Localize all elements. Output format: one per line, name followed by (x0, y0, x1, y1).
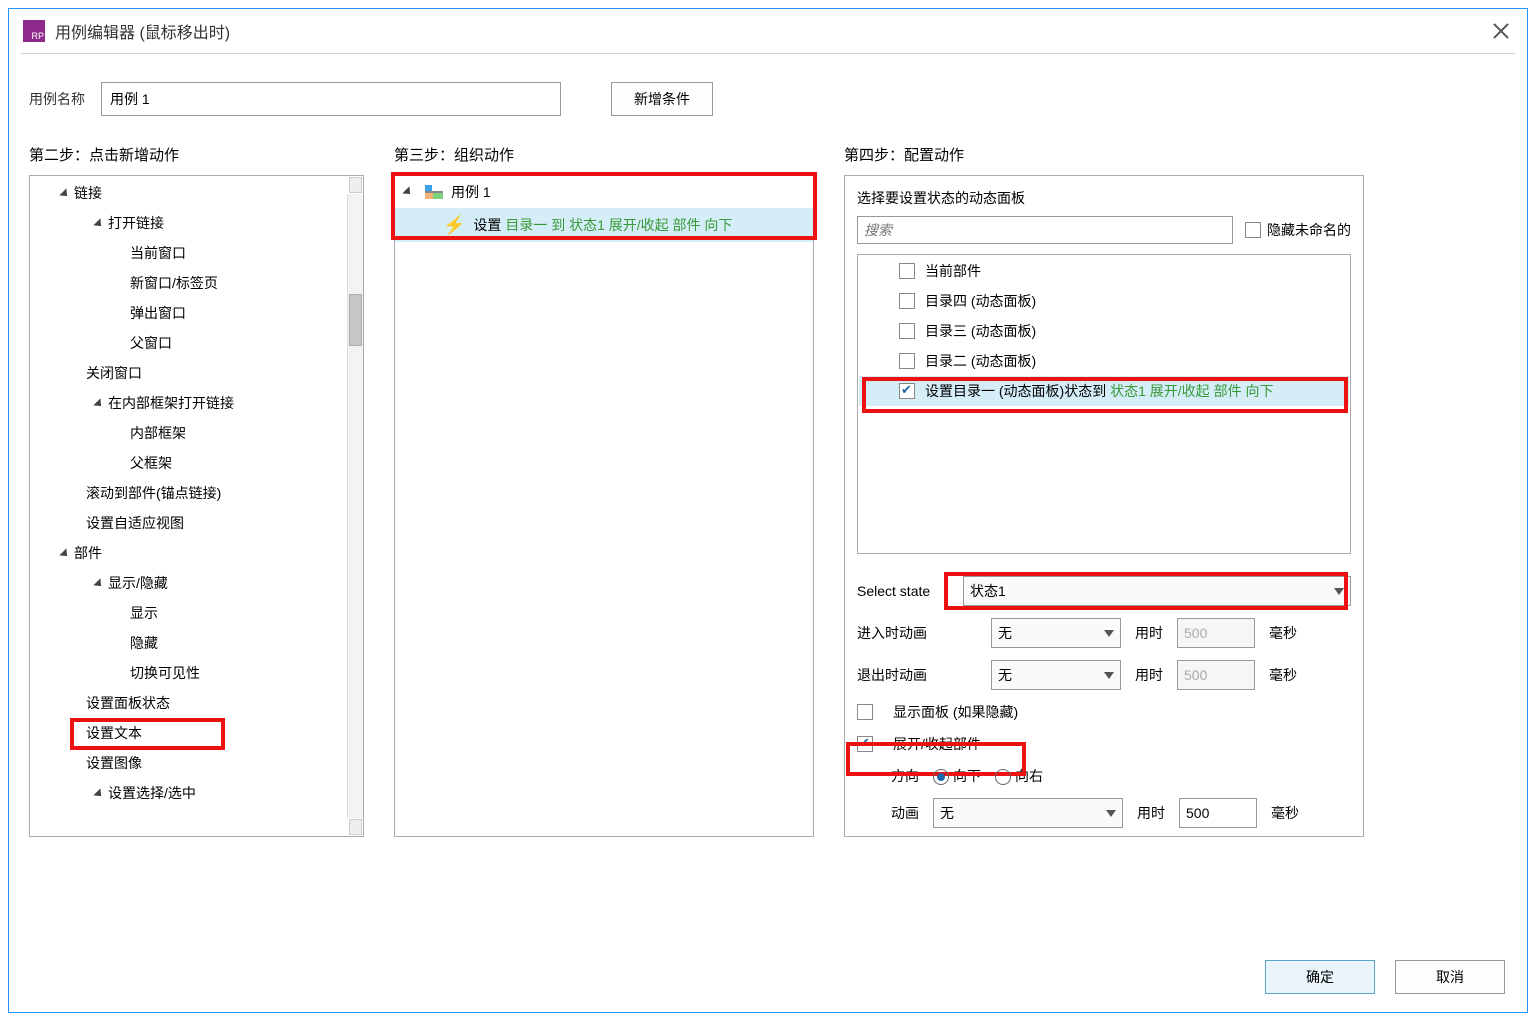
panels-list: 当前部件 目录四 (动态面板) 目录三 (动态面板) 目录二 (动态面板) 设置… (857, 254, 1351, 554)
annotation-box (391, 172, 817, 240)
dialog-title: 用例编辑器 (鼠标移出时) (55, 19, 1489, 43)
checkbox-icon (899, 353, 915, 369)
actions-tree-panel: 链接 打开链接 当前窗口 新窗口/标签页 弹出窗口 父窗口 关闭窗口 在内部框架… (29, 175, 364, 837)
triangle-icon (93, 219, 104, 230)
anim-out-dropdown[interactable]: 无 (991, 660, 1121, 690)
ms-label: 毫秒 (1269, 623, 1297, 643)
case-name-label: 用例名称 (29, 89, 85, 109)
tree-item[interactable]: 父框架 (32, 448, 345, 478)
tree-group-links[interactable]: 链接 (32, 178, 345, 208)
cancel-button[interactable]: 取消 (1395, 960, 1505, 994)
radio-icon (995, 769, 1011, 785)
triangle-icon (59, 189, 70, 200)
checkbox-icon (899, 323, 915, 339)
config-subheading: 选择要设置状态的动态面板 (857, 188, 1351, 208)
tree-group-widgets[interactable]: 部件 (32, 538, 345, 568)
tree-group-set-select[interactable]: 设置选择/选中 (32, 778, 345, 808)
triangle-icon (59, 549, 70, 560)
step3-heading: 第三步：组织动作 (394, 144, 814, 165)
chevron-down-icon (1104, 672, 1114, 679)
scroll-down-button[interactable] (349, 819, 362, 835)
tree-group-open-link[interactable]: 打开链接 (32, 208, 345, 238)
annotation-box (944, 572, 1348, 610)
triangle-icon (93, 579, 104, 590)
scrollbar-track[interactable] (347, 194, 363, 818)
triangle-icon (93, 399, 104, 410)
ms-label: 毫秒 (1271, 803, 1299, 823)
ms-label: 毫秒 (1269, 665, 1297, 685)
checkbox-icon (1245, 222, 1261, 238)
tree-item[interactable]: 内部框架 (32, 418, 345, 448)
triangle-icon (93, 789, 104, 800)
tree-item[interactable]: 新窗口/标签页 (32, 268, 345, 298)
step4-heading: 第四步：配置动作 (844, 144, 1364, 165)
configure-panel: 选择要设置状态的动态面板 隐藏未命名的 当前部件 目录四 (动态面板) 目录三 … (844, 175, 1364, 837)
dialog-window: 用例编辑器 (鼠标移出时) 用例名称 新增条件 第二步：点击新增动作 链接 打开… (8, 8, 1528, 1013)
tree-item[interactable]: 弹出窗口 (32, 298, 345, 328)
duration-label: 用时 (1137, 803, 1165, 823)
annotation-box (70, 718, 225, 750)
add-condition-button[interactable]: 新增条件 (611, 82, 713, 116)
anim-out-label: 退出时动画 (857, 665, 977, 685)
anim-out-duration (1177, 660, 1255, 690)
tree-item[interactable]: 设置图像 (32, 748, 345, 778)
duration-label: 用时 (1135, 665, 1163, 685)
tree-item-set-panel-state[interactable]: 设置面板状态 (32, 688, 345, 718)
tree-item[interactable]: 切换可见性 (32, 658, 345, 688)
checkbox-icon (857, 704, 873, 720)
case-name-input[interactable] (101, 82, 561, 116)
anim-in-duration (1177, 618, 1255, 648)
chevron-down-icon (1104, 630, 1114, 637)
step2-heading: 第二步：点击新增动作 (29, 144, 364, 165)
checkbox-icon (899, 293, 915, 309)
chevron-down-icon (1106, 810, 1116, 817)
list-item[interactable]: 目录四 (动态面板) (859, 286, 1349, 316)
titlebar: 用例编辑器 (鼠标移出时) (9, 9, 1527, 53)
select-state-label: Select state (857, 583, 949, 599)
list-item[interactable]: 当前部件 (859, 256, 1349, 286)
radio-icon (933, 769, 949, 785)
anim-dropdown[interactable]: 无 (933, 798, 1123, 828)
close-icon[interactable] (1489, 19, 1513, 43)
tree-item[interactable]: 当前窗口 (32, 238, 345, 268)
anim-duration[interactable] (1179, 798, 1257, 828)
tree-item[interactable]: 显示 (32, 598, 345, 628)
show-if-hidden-checkbox[interactable]: 显示面板 (如果隐藏) (857, 702, 1351, 722)
anim-in-dropdown[interactable]: 无 (991, 618, 1121, 648)
anim-in-label: 进入时动画 (857, 623, 977, 643)
organize-actions-panel: 用例 1 ⚡ 设置 目录一 到 状态1 展开/收起 部件 向下 (394, 175, 814, 837)
checkbox-icon (899, 263, 915, 279)
tree-item[interactable]: 关闭窗口 (32, 358, 345, 388)
app-icon (23, 20, 45, 42)
tree-item[interactable]: 父窗口 (32, 328, 345, 358)
hide-unnamed-checkbox[interactable]: 隐藏未命名的 (1245, 220, 1351, 240)
tree-item[interactable]: 隐藏 (32, 628, 345, 658)
search-input[interactable] (857, 216, 1233, 244)
tree-item[interactable]: 滚动到部件(锚点链接) (32, 478, 345, 508)
scroll-thumb[interactable] (349, 294, 362, 346)
tree-group-show-hide[interactable]: 显示/隐藏 (32, 568, 345, 598)
tree-item[interactable]: 设置自适应视图 (32, 508, 345, 538)
list-item[interactable]: 目录三 (动态面板) (859, 316, 1349, 346)
list-item[interactable]: 目录二 (动态面板) (859, 346, 1349, 376)
scroll-up-button[interactable] (349, 177, 362, 193)
annotation-box (862, 377, 1348, 413)
duration-label: 用时 (1135, 623, 1163, 643)
divider (21, 53, 1515, 54)
ok-button[interactable]: 确定 (1265, 960, 1375, 994)
tree-group-iframe[interactable]: 在内部框架打开链接 (32, 388, 345, 418)
anim-label: 动画 (891, 803, 919, 823)
